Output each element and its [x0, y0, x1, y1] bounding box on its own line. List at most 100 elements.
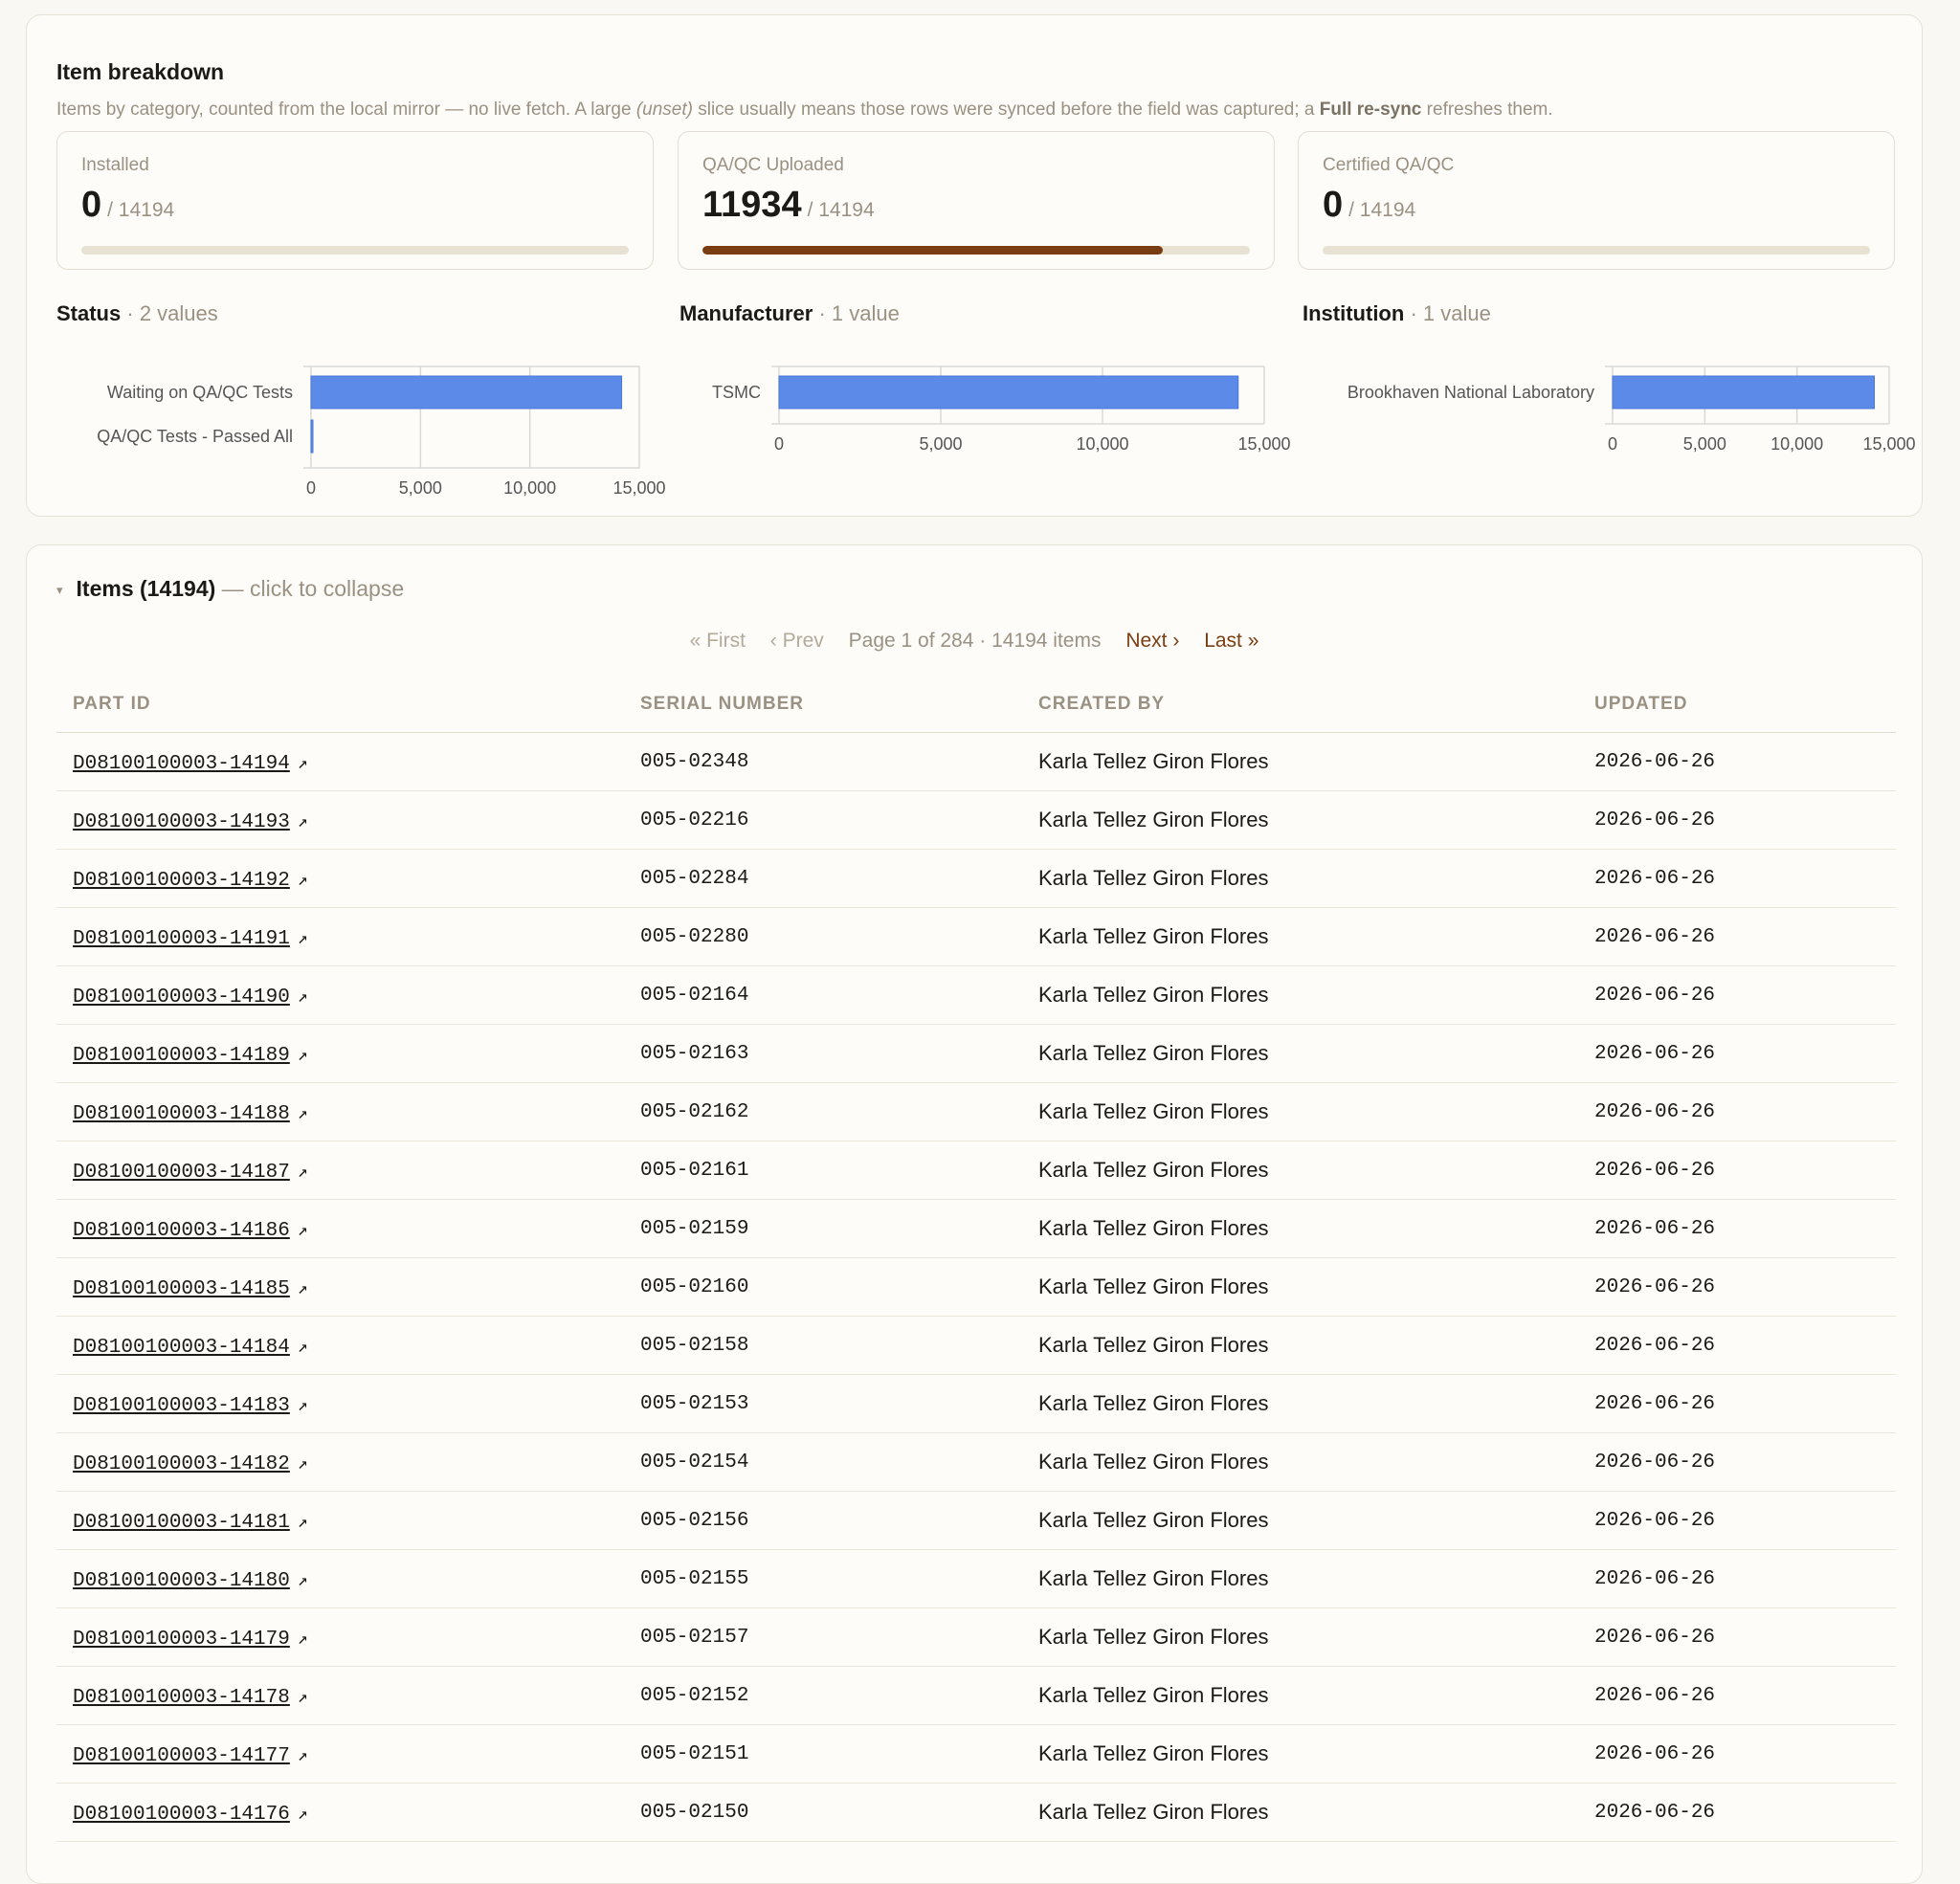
table-row: D08100100003-14181 ↗ 005-02156 Karla Tellez… — [56, 1491, 1896, 1550]
part-id-link[interactable]: D08100100003-14183 ↗ — [73, 1395, 308, 1417]
updated-cell: 2026-06-26 — [1578, 1491, 1896, 1550]
table-row: D08100100003-14185 ↗ 005-02160 Karla Tellez… — [56, 1257, 1896, 1317]
part-id-link[interactable]: D08100100003-14180 ↗ — [73, 1570, 308, 1592]
part-id-text: D08100100003-14177 — [73, 1744, 290, 1767]
created-by-cell: Karla Tellez Giron Flores — [1022, 907, 1578, 966]
serial-number-cell: 005-02156 — [624, 1491, 1022, 1550]
created-by-cell: Karla Tellez Giron Flores — [1022, 1374, 1578, 1433]
manufacturer-bar-chart: 0 5,000 10,000 15,000 TSMC — [712, 366, 1291, 454]
stat-total: / 14194 — [107, 199, 175, 221]
items-table: PART ID SERIAL NUMBER CREATED BY UPDATED… — [56, 676, 1896, 1842]
table-row: D08100100003-14186 ↗ 005-02159 Karla Tellez… — [56, 1199, 1896, 1258]
external-link-icon: ↗ — [297, 1688, 308, 1708]
x-tick-label: 5,000 — [1683, 434, 1726, 454]
part-id-cell: D08100100003-14183 ↗ — [56, 1374, 624, 1433]
table-row: D08100100003-14176 ↗ 005-02150 Karla Tellez… — [56, 1783, 1896, 1842]
category-label: TSMC — [712, 383, 761, 402]
column-header-serial-number[interactable]: SERIAL NUMBER — [624, 676, 1022, 733]
items-collapse-toggle[interactable]: ▾ Items (14194) — click to collapse — [56, 576, 404, 602]
facet-institution-header: Institution · 1 value — [1303, 301, 1491, 326]
part-id-link[interactable]: D08100100003-14191 ↗ — [73, 928, 308, 950]
part-id-link[interactable]: D08100100003-14189 ↗ — [73, 1045, 308, 1067]
external-link-icon: ↗ — [297, 754, 308, 774]
part-id-cell: D08100100003-14186 ↗ — [56, 1199, 624, 1258]
table-row: D08100100003-14193 ↗ 005-02216 Karla Tellez… — [56, 790, 1896, 850]
institution-bar-chart: 0 5,000 10,000 15,000 Brookhaven National La… — [1348, 366, 1916, 454]
stat-count: 11934 — [702, 185, 802, 225]
part-id-link[interactable]: D08100100003-14190 ↗ — [73, 986, 308, 1008]
external-link-icon: ↗ — [297, 929, 308, 949]
part-id-cell: D08100100003-14181 ↗ — [56, 1491, 624, 1550]
updated-cell: 2026-06-26 — [1578, 1082, 1896, 1141]
created-by-cell: Karla Tellez Giron Flores — [1022, 849, 1578, 908]
stat-value: 11934/ 14194 — [702, 185, 875, 226]
table-row: D08100100003-14182 ↗ 005-02154 Karla Tellez… — [56, 1432, 1896, 1492]
serial-number-cell: 005-02160 — [624, 1257, 1022, 1317]
part-id-cell: D08100100003-14191 ↗ — [56, 907, 624, 966]
created-by-cell: Karla Tellez Giron Flores — [1022, 1549, 1578, 1608]
part-id-cell: D08100100003-14182 ↗ — [56, 1432, 624, 1492]
created-by-cell: Karla Tellez Giron Flores — [1022, 1432, 1578, 1492]
part-id-link[interactable]: D08100100003-14182 ↗ — [73, 1453, 308, 1475]
created-by-cell: Karla Tellez Giron Flores — [1022, 1783, 1578, 1842]
table-row: D08100100003-14192 ↗ 005-02284 Karla Tellez… — [56, 849, 1896, 908]
table-row: D08100100003-14191 ↗ 005-02280 Karla Tellez… — [56, 907, 1896, 966]
part-id-text: D08100100003-14191 — [73, 927, 290, 950]
created-by-cell: Karla Tellez Giron Flores — [1022, 1199, 1578, 1258]
progress-bar — [1323, 246, 1870, 255]
x-tick-label: 10,000 — [503, 478, 556, 498]
part-id-link[interactable]: D08100100003-14187 ↗ — [73, 1162, 308, 1184]
x-tick-label: 10,000 — [1076, 434, 1128, 454]
column-header-updated[interactable]: UPDATED — [1578, 676, 1896, 733]
first-page-button[interactable]: « First — [690, 630, 746, 652]
part-id-text: D08100100003-14190 — [73, 986, 290, 1008]
part-id-link[interactable]: D08100100003-14179 ↗ — [73, 1629, 308, 1651]
serial-number-cell: 005-02157 — [624, 1607, 1022, 1667]
part-id-cell: D08100100003-14193 ↗ — [56, 790, 624, 850]
part-id-link[interactable]: D08100100003-14178 ↗ — [73, 1687, 308, 1709]
created-by-cell: Karla Tellez Giron Flores — [1022, 1257, 1578, 1317]
updated-cell: 2026-06-26 — [1578, 1316, 1896, 1375]
created-by-cell: Karla Tellez Giron Flores — [1022, 790, 1578, 850]
part-id-link[interactable]: D08100100003-14184 ↗ — [73, 1337, 308, 1359]
column-header-created-by[interactable]: CREATED BY — [1022, 676, 1578, 733]
part-id-text: D08100100003-14189 — [73, 1044, 290, 1067]
breakdown-title: Item breakdown — [56, 59, 225, 84]
part-id-link[interactable]: D08100100003-14177 ↗ — [73, 1745, 308, 1767]
stat-value: 0/ 14194 — [1323, 185, 1415, 226]
column-header-part-id[interactable]: PART ID — [56, 676, 624, 733]
part-id-link[interactable]: D08100100003-14185 ↗ — [73, 1278, 308, 1300]
stat-count: 0 — [81, 185, 102, 225]
external-link-icon: ↗ — [297, 812, 308, 832]
part-id-text: D08100100003-14178 — [73, 1686, 290, 1709]
prev-page-button[interactable]: ‹ Prev — [770, 630, 824, 652]
x-tick-label: 5,000 — [399, 478, 442, 498]
part-id-link[interactable]: D08100100003-14181 ↗ — [73, 1512, 308, 1534]
last-page-button[interactable]: Last » — [1204, 630, 1258, 652]
table-header-row: PART ID SERIAL NUMBER CREATED BY UPDATED — [56, 676, 1896, 733]
part-id-cell: D08100100003-14185 ↗ — [56, 1257, 624, 1317]
part-id-link[interactable]: D08100100003-14186 ↗ — [73, 1220, 308, 1242]
part-id-link[interactable]: D08100100003-14188 ↗ — [73, 1103, 308, 1125]
part-id-text: D08100100003-14179 — [73, 1628, 290, 1651]
updated-cell: 2026-06-26 — [1578, 1666, 1896, 1725]
part-id-link[interactable]: D08100100003-14193 ↗ — [73, 811, 308, 833]
x-tick-label: 0 — [306, 478, 316, 498]
progress-bar — [702, 246, 1250, 255]
part-id-link[interactable]: D08100100003-14192 ↗ — [73, 870, 308, 892]
external-link-icon: ↗ — [297, 1163, 308, 1183]
next-page-button[interactable]: Next › — [1125, 630, 1179, 652]
table-row: D08100100003-14189 ↗ 005-02163 Karla Tellez… — [56, 1024, 1896, 1083]
facet-title: Manufacturer — [679, 301, 813, 325]
part-id-link[interactable]: D08100100003-14176 ↗ — [73, 1804, 308, 1826]
external-link-icon: ↗ — [297, 1338, 308, 1358]
updated-cell: 2026-06-26 — [1578, 1257, 1896, 1317]
table-row: D08100100003-14178 ↗ 005-02152 Karla Tellez… — [56, 1666, 1896, 1725]
stat-card-qaqc-uploaded: QA/QC Uploaded 11934/ 14194 — [678, 131, 1275, 270]
updated-cell: 2026-06-26 — [1578, 907, 1896, 966]
part-id-text: D08100100003-14185 — [73, 1277, 290, 1300]
part-id-text: D08100100003-14183 — [73, 1394, 290, 1417]
part-id-link[interactable]: D08100100003-14194 ↗ — [73, 753, 308, 775]
facet-status-header: Status · 2 values — [56, 301, 218, 326]
x-tick-label: 5,000 — [919, 434, 962, 454]
